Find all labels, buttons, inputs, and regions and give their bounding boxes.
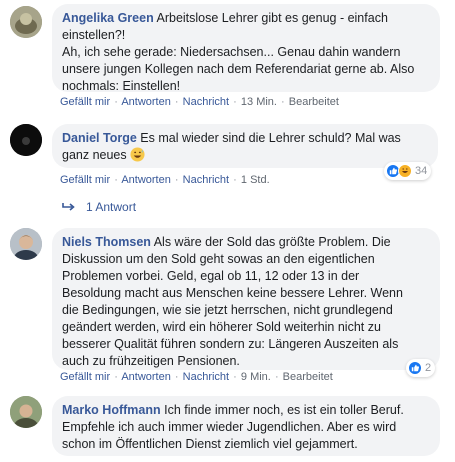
separator: · bbox=[274, 371, 279, 383]
reply-arrow-icon bbox=[62, 203, 75, 211]
view-replies-link[interactable]: 1 Antwort bbox=[62, 200, 136, 214]
comment-author[interactable]: Daniel Torge bbox=[62, 131, 137, 145]
like-reaction-icon bbox=[408, 361, 422, 375]
comment-text: die Bedingungen, wie sie jetzt herrschen… bbox=[62, 303, 393, 317]
message-link[interactable]: Nachricht bbox=[183, 96, 229, 108]
edited-label: Bearbeitet bbox=[288, 96, 339, 108]
separator: · bbox=[233, 371, 237, 383]
comment-text: Besoldung macht aus Menschen keine besse… bbox=[62, 286, 403, 300]
comment-text: Es mal wieder sind die Lehrer schuld? Ma… bbox=[140, 131, 401, 145]
comment-bubble: Niels Thomsen Als wäre der Sold das größ… bbox=[52, 228, 440, 370]
avatar[interactable] bbox=[10, 396, 42, 428]
comment-actions: Gefällt mir · Antworten · Nachricht · 1 … bbox=[60, 174, 270, 186]
comment-text: Diskussion um den Sold geht sowas an den… bbox=[62, 252, 375, 266]
reply-link[interactable]: Antworten bbox=[121, 371, 171, 383]
comment-text: geändert werden, wird ein höherer Sold w… bbox=[62, 320, 381, 334]
separator: · bbox=[233, 174, 237, 186]
comment-text: nochmals: Einstellen! bbox=[62, 79, 181, 93]
avatar-photo-icon bbox=[10, 228, 42, 260]
grinning-sweat-emoji-icon bbox=[130, 147, 145, 162]
avatar[interactable] bbox=[10, 228, 42, 260]
separator: · bbox=[114, 96, 118, 108]
comment-daniel-torge: Daniel Torge Es mal wieder sind die Lehr… bbox=[0, 120, 455, 220]
separator: · bbox=[174, 96, 179, 108]
separator: · bbox=[114, 371, 118, 383]
separator: · bbox=[114, 174, 118, 186]
comment-text: auch zu frühzeitigen Pensionen. bbox=[62, 354, 240, 368]
comment-marko-hoffmann: Marko Hoffmann Ich finde immer noch, es … bbox=[0, 392, 455, 462]
comment-actions: Gefällt mir · Antworten · Nachricht · 13… bbox=[60, 96, 339, 108]
comment-angelika-green: Angelika Green Arbeitslose Lehrer gibt e… bbox=[0, 0, 455, 115]
comment-text: Ah, ich sehe gerade: Niedersachsen... Ge… bbox=[62, 45, 401, 59]
timestamp[interactable]: 9 Min. bbox=[241, 371, 271, 383]
comment-actions: Gefällt mir · Antworten · Nachricht · 9 … bbox=[60, 371, 333, 383]
message-link[interactable]: Nachricht bbox=[183, 371, 229, 383]
comment-bubble: Marko Hoffmann Ich finde immer noch, es … bbox=[52, 396, 440, 456]
comment-text: ganz neues bbox=[62, 148, 127, 162]
reply-link[interactable]: Antworten bbox=[121, 174, 171, 186]
reaction-summary[interactable]: 34 bbox=[384, 162, 432, 180]
comment-text: einstellen?! bbox=[62, 28, 126, 42]
like-link[interactable]: Gefällt mir bbox=[60, 371, 110, 383]
comment-author[interactable]: Angelika Green bbox=[62, 11, 154, 25]
reply-link[interactable]: Antworten bbox=[121, 96, 171, 108]
separator: · bbox=[281, 96, 285, 108]
avatar-photo-icon bbox=[10, 6, 42, 38]
reaction-count: 2 bbox=[425, 362, 432, 374]
replies-count[interactable]: 1 Antwort bbox=[86, 200, 136, 214]
comment-bubble: Daniel Torge Es mal wieder sind die Lehr… bbox=[52, 124, 438, 168]
comment-niels-thomsen: Niels Thomsen Als wäre der Sold das größ… bbox=[0, 224, 455, 386]
like-link[interactable]: Gefällt mir bbox=[60, 96, 110, 108]
haha-reaction-icon bbox=[398, 164, 412, 178]
avatar-photo-icon bbox=[10, 396, 42, 428]
avatar[interactable] bbox=[10, 6, 42, 38]
reaction-count: 34 bbox=[415, 165, 428, 177]
comment-text: Als wäre der Sold das größte Problem. Di… bbox=[153, 235, 391, 249]
avatar[interactable] bbox=[10, 124, 42, 156]
comment-text: besserer Qualität führen sondern zu: Län… bbox=[62, 337, 399, 351]
comment-author[interactable]: Marko Hoffmann bbox=[62, 403, 161, 417]
message-link[interactable]: Nachricht bbox=[183, 174, 229, 186]
timestamp[interactable]: 1 Std. bbox=[241, 174, 270, 186]
timestamp[interactable]: 13 Min. bbox=[241, 96, 277, 108]
comment-text: Ich finde immer noch, es ist ein toller … bbox=[164, 403, 404, 417]
like-link[interactable]: Gefällt mir bbox=[60, 174, 110, 186]
comment-text: Problemen vorbei. Geld, egal ob 11, 12 o… bbox=[62, 269, 360, 283]
separator: · bbox=[233, 96, 237, 108]
edited-label: Bearbeitet bbox=[282, 371, 333, 383]
comment-text: schon im Öffentlichen Dienst ziemlich vi… bbox=[62, 437, 358, 451]
comment-author[interactable]: Niels Thomsen bbox=[62, 235, 151, 249]
avatar-photo-icon bbox=[10, 124, 42, 156]
separator: · bbox=[174, 371, 179, 383]
comment-text: Arbeitslose Lehrer gibt es genug - einfa… bbox=[156, 11, 388, 25]
comment-text: Empfehle ich auch immer wieder Jugendlic… bbox=[62, 420, 397, 434]
separator: · bbox=[174, 174, 179, 186]
reaction-summary[interactable]: 2 bbox=[406, 359, 436, 377]
comment-bubble: Angelika Green Arbeitslose Lehrer gibt e… bbox=[52, 4, 440, 93]
comment-text: unsere jungen Kollegen nach dem Referend… bbox=[62, 62, 415, 76]
